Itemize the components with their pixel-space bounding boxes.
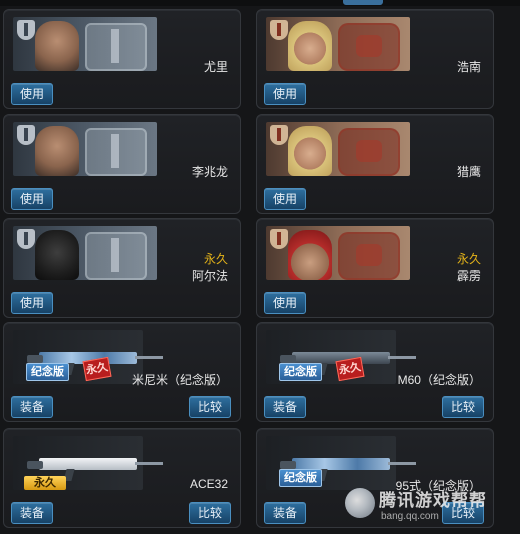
fist-insignia-icon: [338, 128, 400, 176]
weapon-name: 米尼米（纪念版）: [131, 373, 228, 387]
character-banner: [13, 17, 157, 71]
weapon-banner: 纪念版 永久: [266, 330, 416, 384]
fist-insignia-icon: [338, 23, 400, 71]
character-portrait: [35, 230, 79, 280]
faction-shield-icon: [17, 229, 35, 249]
duration-label: 永久: [203, 252, 228, 266]
character-card-thunderbolt[interactable]: 永久 霹雳 使用: [256, 218, 494, 318]
use-button[interactable]: 使用: [264, 188, 307, 210]
commemorative-badge: 纪念版: [279, 469, 322, 487]
commemorative-badge: 纪念版: [26, 363, 69, 381]
character-banner: [266, 17, 410, 71]
faction-insignia-icon: [85, 23, 147, 71]
faction-insignia-icon: [85, 232, 147, 280]
character-portrait: [35, 126, 79, 176]
character-card-haonan[interactable]: 浩南 使用: [256, 9, 494, 109]
faction-shield-icon: [270, 125, 288, 145]
weapon-card-m60[interactable]: 纪念版 永久 M60（纪念版） 装备 比较: [256, 322, 494, 422]
faction-insignia-icon: [85, 128, 147, 176]
character-portrait: [288, 230, 332, 280]
use-button[interactable]: 使用: [264, 83, 307, 105]
faction-shield-icon: [17, 20, 35, 40]
weapon-name: ACE32: [189, 477, 228, 491]
weapon-name: M60（纪念版）: [397, 373, 481, 387]
weapon-card-type95[interactable]: 纪念版 95式（纪念版） 装备 比较: [256, 428, 494, 528]
character-banner: [266, 122, 410, 176]
faction-shield-icon: [17, 125, 35, 145]
compare-button[interactable]: 比较: [188, 396, 231, 418]
character-portrait: [288, 21, 332, 71]
character-name: 浩南: [456, 60, 481, 74]
character-name: 猎鹰: [456, 165, 481, 179]
permanent-tag: 永久: [24, 476, 66, 490]
character-card-yuri[interactable]: 尤里 使用: [3, 9, 241, 109]
duration-label: 永久: [456, 252, 481, 266]
character-card-falcon[interactable]: 猎鹰 使用: [256, 114, 494, 214]
permanent-stamp: 永久: [335, 356, 365, 382]
character-name: 尤里: [203, 60, 228, 74]
weapon-banner: 纪念版: [266, 436, 416, 490]
character-card-alpha[interactable]: 永久 阿尔法 使用: [3, 218, 241, 318]
weapon-banner: 纪念版 永久: [13, 330, 163, 384]
character-banner: [13, 122, 157, 176]
weapon-banner: 永久: [13, 436, 163, 490]
character-card-lizhaolong[interactable]: 李兆龙 使用: [3, 114, 241, 214]
equip-button[interactable]: 装备: [264, 502, 307, 524]
weapon-card-ace32[interactable]: 永久 ACE32 装备 比较: [3, 428, 241, 528]
weapon-name: 95式（纪念版）: [395, 479, 481, 493]
character-portrait: [35, 21, 79, 71]
character-name: 阿尔法: [191, 269, 228, 283]
character-name: 李兆龙: [191, 165, 228, 179]
character-banner: [13, 226, 157, 280]
use-button[interactable]: 使用: [264, 292, 307, 314]
character-name: 霹雳: [456, 269, 481, 283]
use-button[interactable]: 使用: [11, 188, 54, 210]
compare-button[interactable]: 比较: [441, 396, 484, 418]
rifle-icon: [27, 458, 163, 470]
top-bar: [0, 0, 520, 6]
equip-button[interactable]: 装备: [264, 396, 307, 418]
fist-insignia-icon: [338, 232, 400, 280]
compare-button[interactable]: 比较: [441, 502, 484, 524]
faction-shield-icon: [270, 20, 288, 40]
equip-button[interactable]: 装备: [11, 502, 54, 524]
equip-button[interactable]: 装备: [11, 396, 54, 418]
compare-button[interactable]: 比较: [188, 502, 231, 524]
permanent-stamp: 永久: [82, 356, 112, 382]
commemorative-badge: 纪念版: [279, 363, 322, 381]
faction-shield-icon: [270, 229, 288, 249]
use-button[interactable]: 使用: [11, 83, 54, 105]
character-portrait: [288, 126, 332, 176]
scroll-tab-indicator[interactable]: [343, 0, 383, 5]
character-banner: [266, 226, 410, 280]
weapon-card-minimi[interactable]: 纪念版 永久 米尼米（纪念版） 装备 比较: [3, 322, 241, 422]
use-button[interactable]: 使用: [11, 292, 54, 314]
